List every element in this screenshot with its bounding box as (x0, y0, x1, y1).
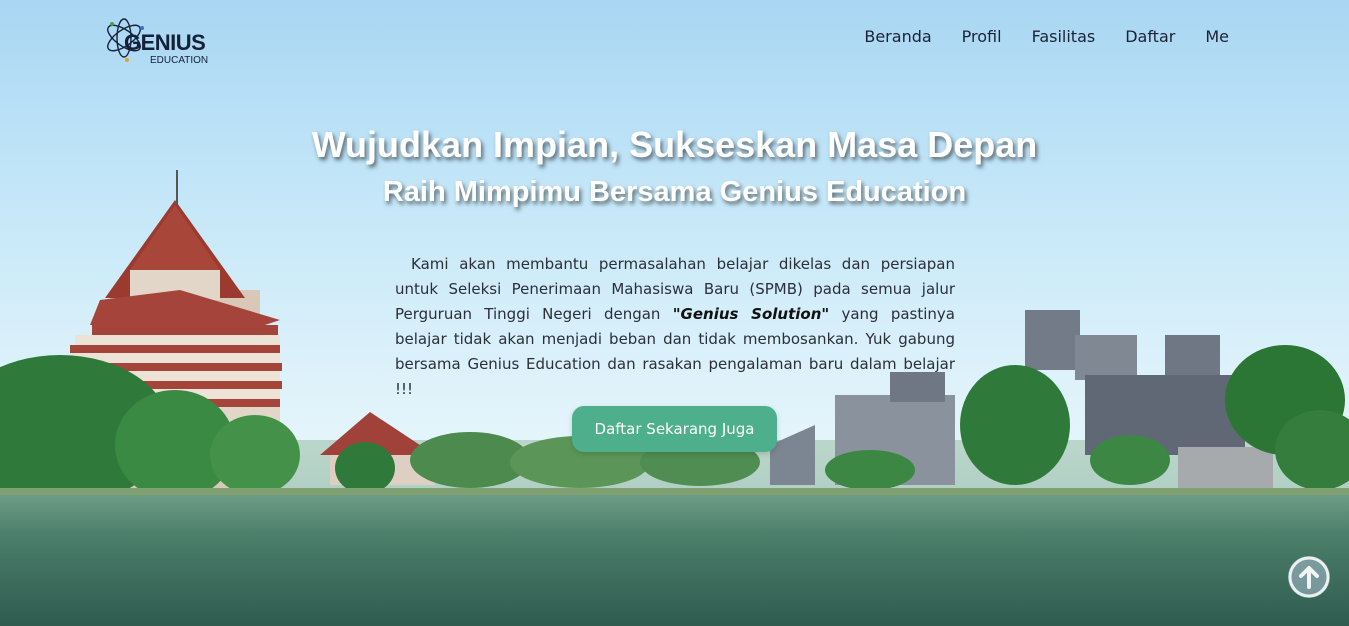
description-emphasis: "Genius Solution" (672, 305, 830, 323)
lake-reflection (0, 495, 1349, 626)
nav-item-fasilitas[interactable]: Fasilitas (1032, 27, 1096, 46)
brand-name: GENIUS (124, 30, 206, 55)
nav-item-beranda[interactable]: Beranda (864, 27, 931, 46)
hero-headline: Wujudkan Impian, Sukseskan Masa Depan (311, 124, 1038, 165)
back-to-top-button[interactable] (1288, 556, 1330, 598)
nav-menu: Beranda Profil Fasilitas Daftar Me (864, 27, 1229, 46)
arrow-up-circle-icon (1288, 556, 1330, 598)
hero-section: GENIUS EDUCATION Beranda Profil Fasilita… (0, 0, 1349, 626)
hero-description: Kami akan membantu permasalahan belajar … (395, 252, 955, 402)
hero-subheadline: Raih Mimpimu Bersama Genius Education (382, 176, 967, 208)
top-navbar: GENIUS EDUCATION Beranda Profil Fasilita… (0, 0, 1349, 76)
nav-item-me[interactable]: Me (1205, 27, 1229, 46)
register-now-button[interactable]: Daftar Sekarang Juga (572, 406, 777, 452)
nav-item-daftar[interactable]: Daftar (1125, 27, 1175, 46)
nav-item-profil[interactable]: Profil (962, 27, 1002, 46)
brand-logo[interactable]: GENIUS EDUCATION (102, 10, 217, 68)
brand-tagline: EDUCATION (150, 55, 209, 66)
